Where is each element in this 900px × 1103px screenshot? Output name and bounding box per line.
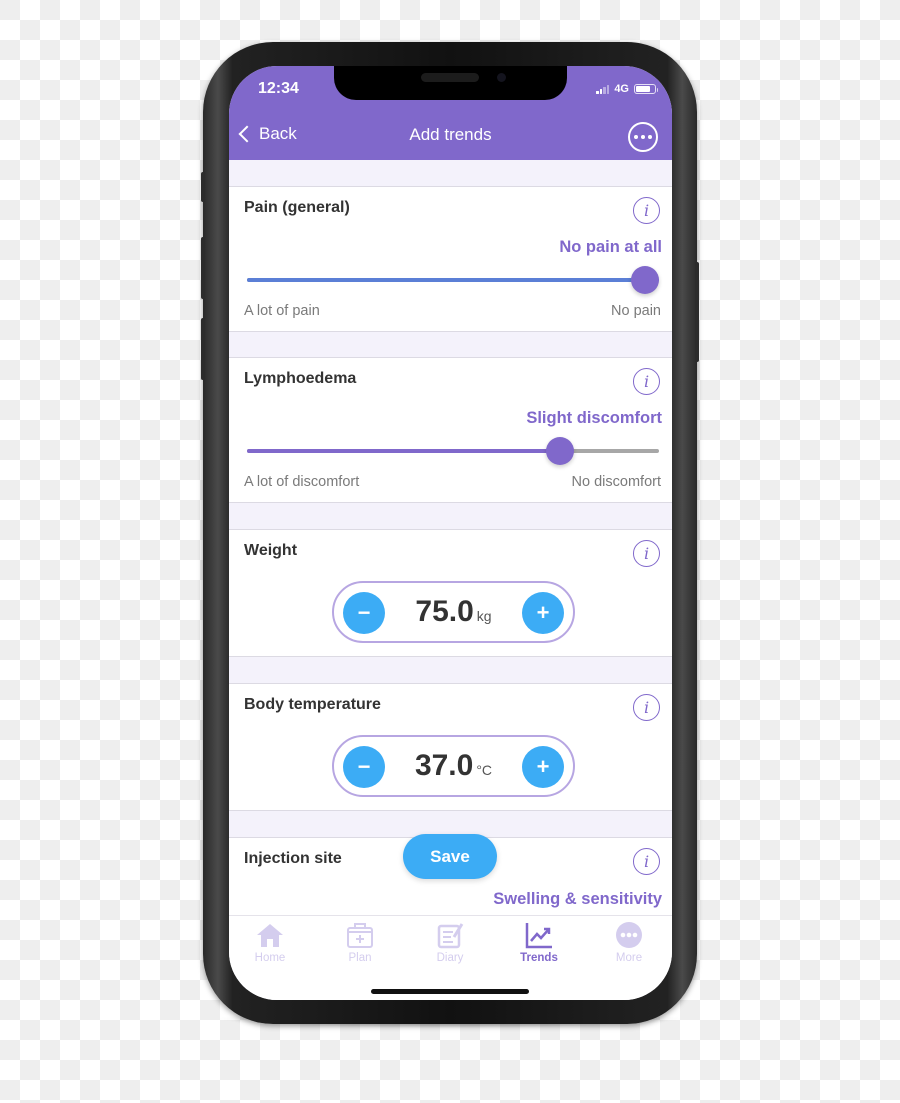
card-title: Weight xyxy=(244,542,298,559)
home-indicator[interactable] xyxy=(371,989,529,994)
volume-down-button xyxy=(201,318,205,380)
tab-more[interactable]: More xyxy=(585,920,672,970)
card-lymphoedema: Lymphoedema i Slight discomfort A lot of… xyxy=(229,357,672,503)
plan-kit-icon xyxy=(316,920,404,950)
card-title: Lymphoedema xyxy=(244,370,357,387)
weight-value: 75.0 xyxy=(415,595,474,628)
info-icon[interactable]: i xyxy=(633,368,660,395)
save-button[interactable]: Save xyxy=(403,834,497,879)
more-options-button[interactable] xyxy=(628,122,658,152)
volume-up-button xyxy=(201,237,205,299)
info-icon[interactable]: i xyxy=(633,197,660,224)
increment-button[interactable]: + xyxy=(522,592,564,634)
injection-value-label: Swelling & sensitivity xyxy=(493,890,662,908)
more-dots-icon xyxy=(585,920,672,950)
network-label: 4G xyxy=(614,83,629,95)
slider-thumb[interactable] xyxy=(546,437,574,465)
weight-stepper: − 75.0 kg + xyxy=(332,581,575,643)
slider-max-label: No pain xyxy=(611,303,661,319)
pain-slider[interactable] xyxy=(247,266,659,294)
diary-icon xyxy=(406,920,494,950)
slider-min-label: A lot of pain xyxy=(244,303,320,319)
tab-trends[interactable]: Trends xyxy=(495,920,583,970)
info-icon[interactable]: i xyxy=(633,848,660,875)
mute-switch xyxy=(201,172,205,202)
battery-icon xyxy=(634,84,658,94)
page-title: Add trends xyxy=(409,125,492,144)
status-time: 12:34 xyxy=(258,80,299,97)
card-title: Injection site xyxy=(244,850,342,867)
lymphoedema-value-label: Slight discomfort xyxy=(526,409,662,427)
speaker-grille xyxy=(421,73,479,82)
front-camera xyxy=(497,73,506,82)
slider-fill xyxy=(247,278,659,282)
slider-min-label: A lot of discomfort xyxy=(244,474,360,490)
trends-chart-icon xyxy=(495,920,583,950)
slider-thumb[interactable] xyxy=(631,266,659,294)
temperature-unit: °C xyxy=(476,762,493,778)
tab-plan[interactable]: Plan xyxy=(316,920,404,970)
more-circle-icon xyxy=(634,135,638,139)
card-body-temperature: Body temperature i − 37.0 °C + xyxy=(229,683,672,811)
weight-unit: kg xyxy=(476,608,492,624)
tab-diary[interactable]: Diary xyxy=(406,920,494,970)
card-title: Body temperature xyxy=(244,696,381,713)
temperature-stepper: − 37.0 °C + xyxy=(332,735,575,797)
phone-notch xyxy=(334,66,567,100)
card-weight: Weight i − 75.0 kg + xyxy=(229,529,672,657)
card-pain: Pain (general) i No pain at all A lot of… xyxy=(229,186,672,332)
status-indicators: 4G xyxy=(596,83,658,95)
tab-bar: Home Plan Diary Trends More xyxy=(229,915,672,1000)
pain-value-label: No pain at all xyxy=(559,238,662,256)
tab-home[interactable]: Home xyxy=(229,920,314,970)
card-title: Pain (general) xyxy=(244,199,350,216)
phone-screen: 12:34 4G Back Add trends Pain (general) … xyxy=(229,66,672,1000)
temperature-value: 37.0 xyxy=(414,749,474,782)
info-icon[interactable]: i xyxy=(633,540,660,567)
slider-max-label: No discomfort xyxy=(571,474,661,490)
increment-button[interactable]: + xyxy=(522,746,564,788)
signal-icon xyxy=(596,84,610,94)
home-icon xyxy=(229,920,314,950)
info-icon[interactable]: i xyxy=(633,694,660,721)
lymphoedema-slider[interactable] xyxy=(247,437,659,465)
power-button xyxy=(695,262,699,362)
slider-fill xyxy=(247,449,560,453)
